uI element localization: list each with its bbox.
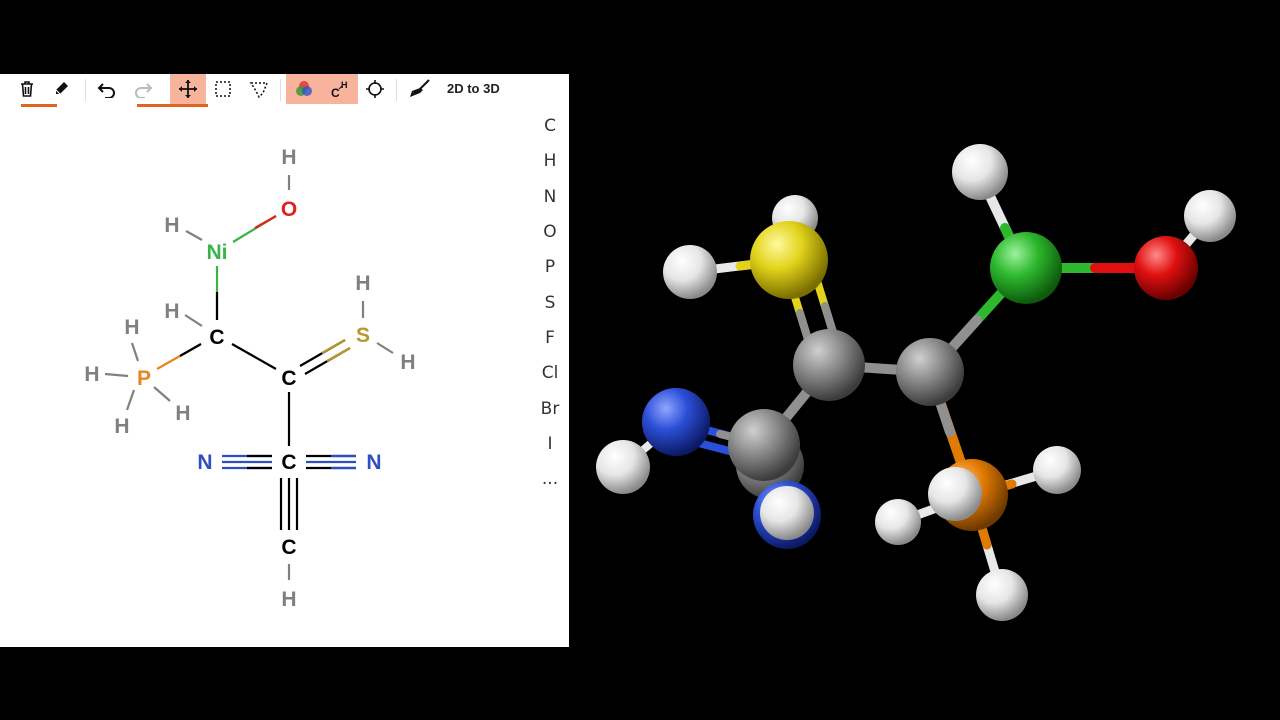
bond-ni-h [185, 230, 203, 241]
palette-element-p[interactable]: P [530, 257, 569, 277]
atom-3d-oxygen [1134, 236, 1198, 300]
atom-3d-carbon [896, 338, 964, 406]
atom-label[interactable]: C [281, 367, 296, 390]
atom-label[interactable]: H [164, 300, 179, 323]
atom-label[interactable]: H [114, 415, 129, 438]
atom-3d-nickel [990, 232, 1062, 304]
atom-label[interactable]: H [281, 588, 296, 611]
bond-c1-p-black [179, 343, 202, 357]
atom-label[interactable]: H [164, 214, 179, 237]
atom-label[interactable]: O [281, 198, 297, 221]
atom-3d-hydrogen [875, 499, 921, 545]
palette-element-c[interactable]: C [530, 116, 569, 136]
atom-label[interactable]: P [137, 367, 151, 390]
atom-3d-hydrogen [596, 440, 650, 494]
atom-label[interactable]: S [356, 324, 370, 347]
bond-p-h3 [153, 386, 171, 402]
palette-element-br[interactable]: Br [530, 399, 569, 419]
atom-3d-hydrogen [760, 486, 814, 540]
atom-3d-carbon [793, 329, 865, 401]
bond-ni-o-red [254, 215, 277, 229]
atom-label[interactable]: H [124, 316, 139, 339]
atom-label[interactable]: N [197, 451, 212, 474]
atom-label[interactable]: H [400, 351, 415, 374]
atom-3d-hydrogen [663, 245, 717, 299]
atom-label[interactable]: Ni [207, 241, 228, 264]
viewer-atoms [596, 144, 1236, 621]
palette-element-s[interactable]: S [530, 293, 569, 313]
atom-3d-carbon [728, 409, 800, 481]
sketch-atoms: H O H Ni H S H H C H P H H H C N C N C H [84, 146, 415, 611]
palette-element-i[interactable]: I [530, 434, 569, 454]
bond-c1-h [184, 314, 203, 327]
atom-3d-nitrogen [642, 388, 710, 456]
bond-c2-s-a-gold [321, 339, 346, 354]
palette-element-o[interactable]: O [530, 222, 569, 242]
atom-3d-sulfur [750, 221, 828, 299]
bond-c2-s-b-gold [326, 347, 351, 362]
bond-s-h2 [376, 342, 394, 354]
atom-3d-hydrogen [1033, 446, 1081, 494]
atom-label[interactable]: H [355, 272, 370, 295]
atom-3d-hydrogen [976, 569, 1028, 621]
atom-label[interactable]: H [84, 363, 99, 386]
bond-c1-c2 [231, 343, 277, 370]
bond-p-h4 [125, 389, 136, 411]
atom-label[interactable]: C [281, 536, 296, 559]
atom-3d-hydrogen [928, 467, 982, 521]
molecule-sketch-canvas[interactable]: H O H Ni H S H H C H P H H H C N C N C H [0, 74, 530, 647]
palette-more[interactable]: ... [530, 469, 569, 489]
atom-label[interactable]: C [281, 451, 296, 474]
atom-3d-hydrogen [952, 144, 1008, 200]
palette-element-h[interactable]: H [530, 151, 569, 171]
palette-element-n[interactable]: N [530, 187, 569, 207]
atom-3d-hydrogen [1184, 190, 1236, 242]
atom-label[interactable]: C [209, 326, 224, 349]
3d-viewer[interactable] [569, 74, 1280, 647]
atom-label[interactable]: H [175, 402, 190, 425]
atom-label[interactable]: H [281, 146, 296, 169]
palette-element-f[interactable]: F [530, 328, 569, 348]
atom-label[interactable]: N [366, 451, 381, 474]
bond-p-h1 [130, 342, 140, 362]
bond-p-h2 [104, 372, 129, 378]
sketcher-panel[interactable]: C H 2D to 3D C H N O P S F Cl Br I ... H… [0, 74, 569, 647]
palette-element-cl[interactable]: Cl [530, 363, 569, 383]
